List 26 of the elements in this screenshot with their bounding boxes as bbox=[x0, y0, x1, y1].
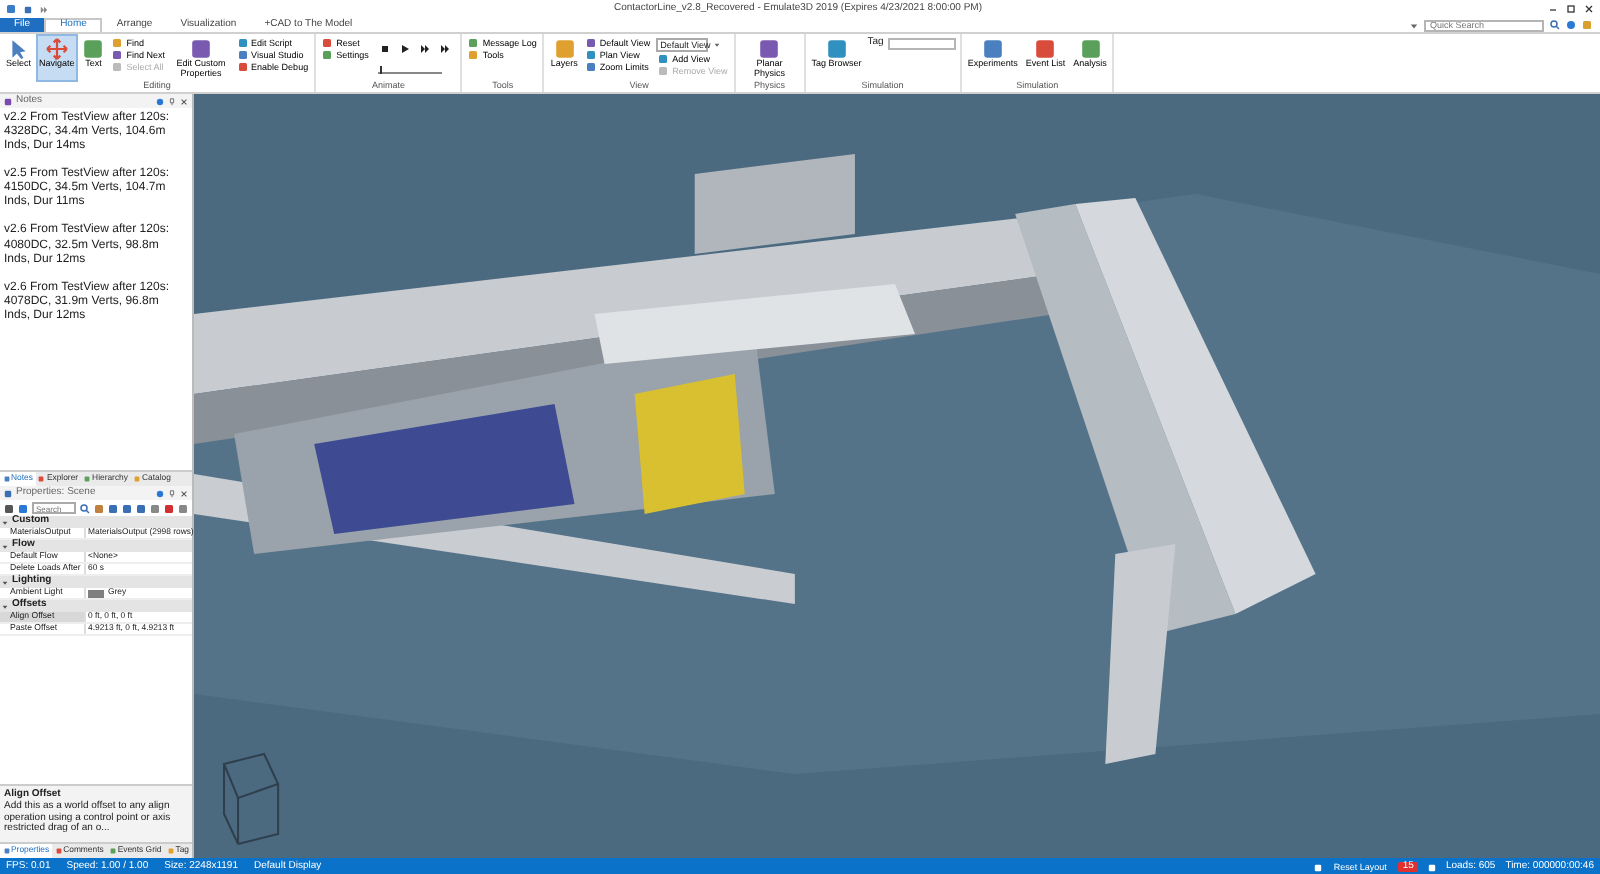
fast-forward-icon bbox=[440, 44, 451, 54]
fast-forward-button[interactable] bbox=[438, 44, 453, 54]
help-icon bbox=[156, 97, 164, 105]
search-icon bbox=[80, 503, 90, 513]
search-icon bbox=[1550, 20, 1560, 30]
close-icon bbox=[180, 489, 188, 497]
collapse-icon bbox=[2, 579, 8, 585]
help-icon bbox=[156, 489, 164, 497]
step-icon bbox=[420, 44, 431, 54]
speed-slider[interactable] bbox=[378, 68, 443, 74]
help-icon bbox=[1566, 20, 1576, 30]
stop-icon bbox=[380, 44, 391, 54]
minimize-icon bbox=[1548, 4, 1558, 14]
pin-icon bbox=[168, 97, 176, 105]
play-button[interactable] bbox=[398, 44, 413, 54]
tag-field[interactable] bbox=[887, 38, 956, 50]
maximize-icon bbox=[1566, 4, 1576, 14]
caret-icon bbox=[714, 42, 721, 49]
step-button[interactable] bbox=[418, 44, 433, 54]
collapse-icon bbox=[1410, 21, 1418, 29]
collapse-icon bbox=[2, 519, 8, 525]
collapse-icon bbox=[2, 543, 8, 549]
close-icon bbox=[180, 97, 188, 105]
play-icon bbox=[400, 44, 411, 54]
close-icon bbox=[1584, 4, 1594, 14]
pin-icon bbox=[168, 489, 176, 497]
